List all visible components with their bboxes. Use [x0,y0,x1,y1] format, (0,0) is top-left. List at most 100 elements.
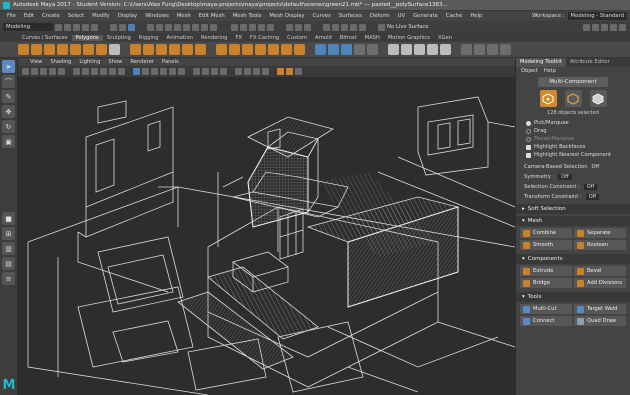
viewport-menu-panels[interactable]: Panels [158,59,183,65]
select-misc-icon[interactable] [210,23,217,31]
safe-action-icon[interactable] [118,68,125,75]
sign-in-icon[interactable] [583,23,590,31]
components-section-header[interactable]: ▾ Components [516,254,630,264]
viewport-menu-view[interactable]: View [26,59,46,65]
channel-box-toggle-icon[interactable] [619,23,626,31]
render-settings-icon[interactable] [350,23,357,31]
menu-mesh[interactable]: Mesh [173,13,195,19]
menu-cache[interactable]: Cache [442,13,466,19]
combine-button[interactable]: Combine [520,228,572,238]
menu-set-dropdown[interactable]: Modeling [3,23,53,31]
menu-display[interactable]: Display [114,13,142,19]
viewport-menu-lighting[interactable]: Lighting [75,59,104,65]
make-live-icon[interactable] [267,23,274,31]
multi-cut-button[interactable]: Multi-Cut [520,304,572,314]
tab-polygons[interactable]: Polygons [71,34,103,41]
reverse-normals-icon[interactable] [500,44,511,55]
highlight-backfaces-checkbox[interactable] [526,144,531,150]
xray-joints-icon[interactable] [253,68,260,75]
menu-edit-mesh[interactable]: Edit Mesh [195,13,229,19]
snap-view-plane-icon[interactable] [258,23,265,31]
highlight-nearest-option[interactable]: Highlight Nearest Component [516,151,630,159]
ipr-render-icon[interactable] [341,23,348,31]
bevel-button[interactable]: Bevel [574,266,626,276]
tab-arnold[interactable]: Arnold [311,35,336,41]
construction-history-icon[interactable] [304,23,311,31]
drag-option[interactable]: Drag [516,127,630,135]
separate-button[interactable]: Separate [574,228,626,238]
undo-icon[interactable] [82,23,89,31]
tab-custom[interactable]: Custom [283,35,311,41]
target-weld-button[interactable]: Target Weld [574,304,626,314]
film-gate-icon[interactable] [82,68,89,75]
select-tool-icon[interactable]: ➤ [2,60,15,73]
bevel-icon[interactable] [255,44,266,55]
harden-edge-icon[interactable] [474,44,485,55]
render-current-frame-icon[interactable] [332,23,339,31]
bridge-button[interactable]: Bridge [520,278,572,288]
tab-attribute-editor[interactable]: Attribute Editor [566,58,614,67]
menu-windows[interactable]: Windows [141,13,173,19]
quad-draw-button[interactable]: Quad Draw [574,316,626,326]
outliner-layout-icon[interactable]: ≡ [2,272,15,285]
multi-cut-icon[interactable] [315,44,326,55]
tab-curves-surfaces[interactable]: Curves / Surfaces [18,35,72,41]
tab-fx-caching[interactable]: FX Caching [246,35,283,41]
menu-deform[interactable]: Deform [366,13,394,19]
insert-edge-loop-icon[interactable] [294,44,305,55]
wireframe-icon[interactable] [133,68,140,75]
output-ops-icon[interactable] [295,23,302,31]
screen-space-ao-icon[interactable] [193,68,200,75]
select-joints-icon[interactable] [156,23,163,31]
tab-bifrost[interactable]: Bifrost [336,35,361,41]
mesh-section-header[interactable]: ▾ Mesh [516,216,630,226]
tool-settings-toggle-icon[interactable] [610,23,617,31]
tab-fx[interactable]: FX [231,35,246,41]
menu-mesh-display[interactable]: Mesh Display [265,13,308,19]
modeling-toolkit-toggle-icon[interactable] [592,23,599,31]
bridge-icon[interactable] [242,44,253,55]
select-dynamics-icon[interactable] [192,23,199,31]
highlight-nearest-checkbox[interactable] [526,152,531,158]
depth-of-field-icon[interactable] [220,68,227,75]
image-plane-icon[interactable] [49,68,56,75]
persp-graph-layout-icon[interactable]: ▤ [2,257,15,270]
menu-create[interactable]: Create [38,13,64,19]
snap-point-icon[interactable] [249,23,256,31]
render-view-icon[interactable] [323,23,330,31]
symmetry-dropdown[interactable]: Off [558,174,572,180]
menu-file[interactable]: File [3,13,20,19]
2d-pan-zoom-icon[interactable] [58,68,65,75]
panel-menu-object[interactable]: Object [521,68,538,74]
wireframe-scene[interactable] [18,77,515,395]
soften-edge-icon[interactable] [461,44,472,55]
tab-motion-graphics[interactable]: Motion Graphics [384,35,434,41]
tab-rigging[interactable]: Rigging [135,35,163,41]
poly-sphere-icon[interactable] [18,44,29,55]
tab-xgen[interactable]: XGen [434,35,456,41]
resolution-gate-icon[interactable] [91,68,98,75]
edge-mode-button[interactable] [564,90,582,107]
poly-torus-icon[interactable] [70,44,81,55]
gamma-icon[interactable] [286,68,293,75]
tweak-marquee-option[interactable]: Tweak/Marquee [516,135,630,143]
select-rendering-icon[interactable] [201,23,208,31]
gate-mask-icon[interactable] [100,68,107,75]
tab-mash[interactable]: MASH [361,35,384,41]
boolean-difference-icon[interactable] [182,44,193,55]
select-component-icon[interactable] [128,23,135,31]
menu-select[interactable]: Select [64,13,88,19]
cylindrical-mapping-icon[interactable] [414,44,425,55]
menu-generate[interactable]: Generate [409,13,442,19]
lasso-tool-icon[interactable]: ⌒ [2,75,15,88]
spherical-mapping-icon[interactable] [427,44,438,55]
combine-icon[interactable] [130,44,141,55]
pick-marquee-option[interactable]: Pick/Marquee [516,119,630,127]
viewport-menu-renderer[interactable]: Renderer [126,59,158,65]
menu-edit[interactable]: Edit [20,13,38,19]
smooth-shade-icon[interactable] [142,68,149,75]
select-object-icon[interactable] [119,23,126,31]
uv-editor-icon[interactable] [440,44,451,55]
automatic-mapping-icon[interactable] [401,44,412,55]
tab-sculpting[interactable]: Sculpting [103,35,135,41]
